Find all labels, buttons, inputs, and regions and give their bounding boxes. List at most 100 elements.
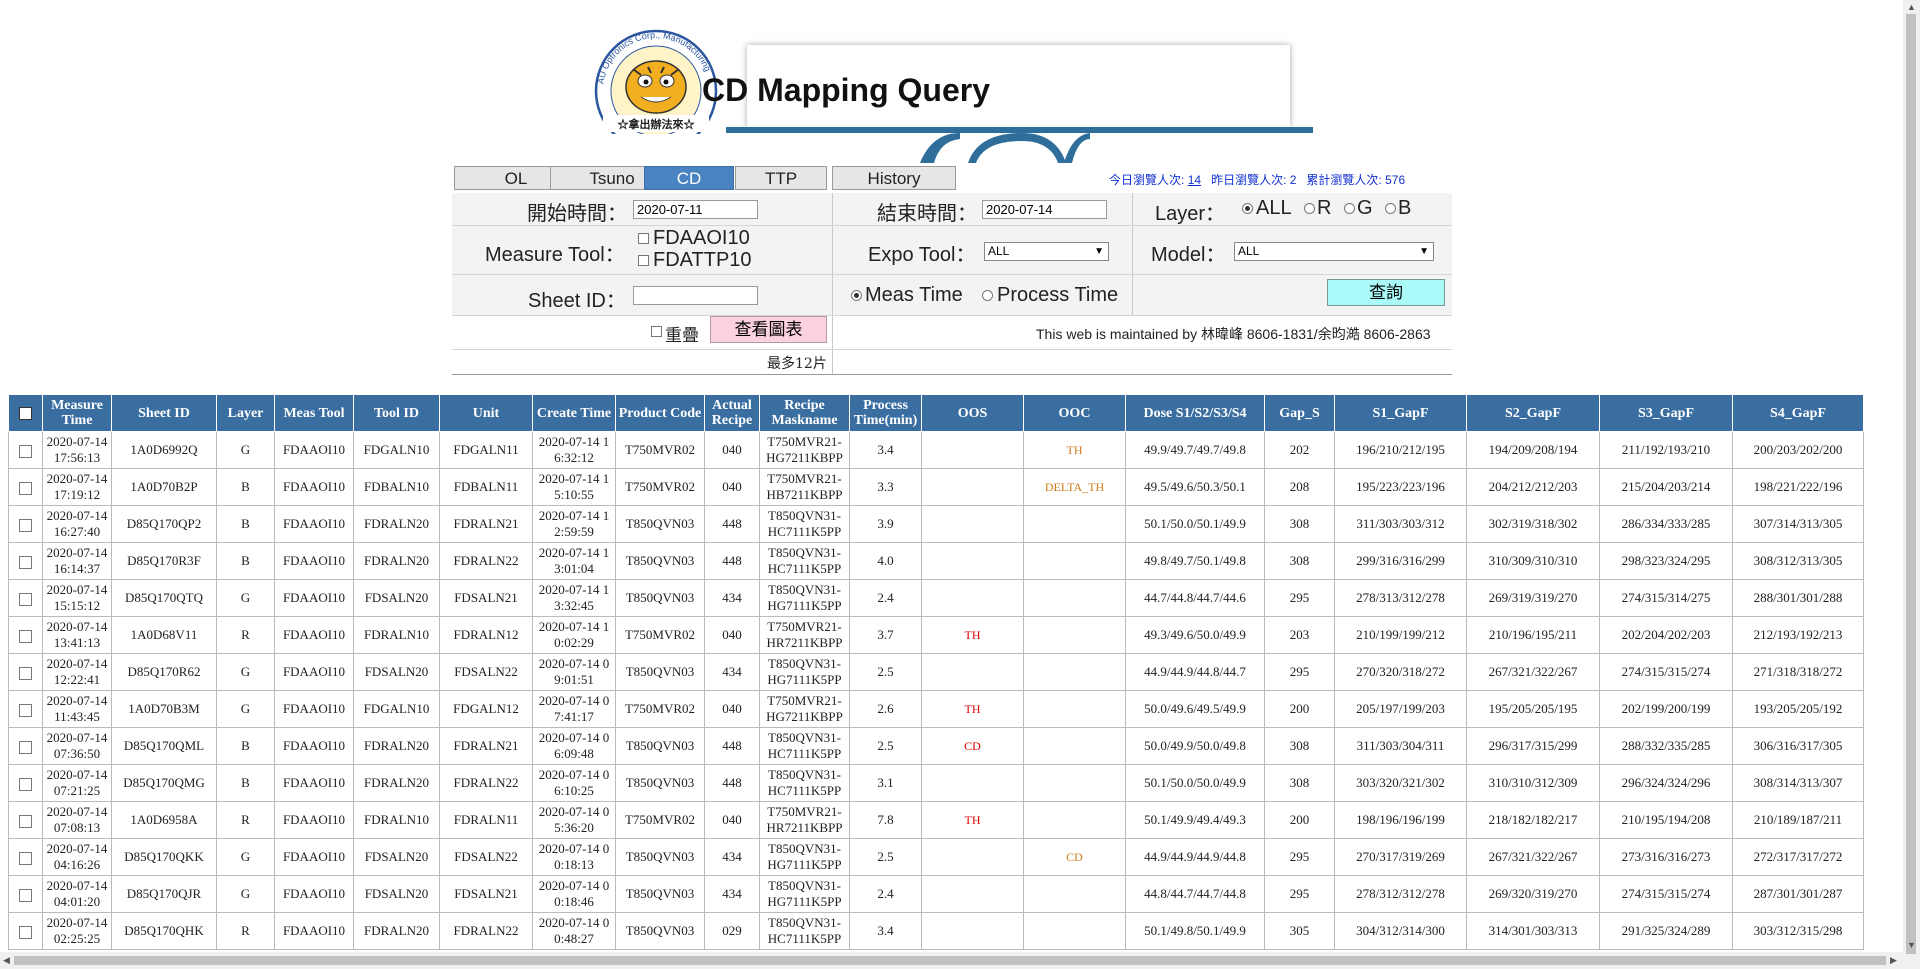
tab-history[interactable]: History [832, 166, 956, 190]
cell-meas-tool: FDAAOI10 [274, 505, 354, 543]
row-checkbox[interactable] [19, 814, 32, 828]
cell-tool-id: FDRALN10 [353, 801, 440, 839]
view-chart-button[interactable]: 查看圖表 [710, 316, 827, 343]
row-checkbox[interactable] [19, 703, 32, 717]
layer-label: Layer： [1155, 203, 1226, 225]
cell-sheet-id: 1A0D6958A [111, 801, 217, 839]
cell-layer: B [216, 727, 275, 765]
process-time-radio[interactable] [982, 290, 993, 301]
divider [1132, 275, 1133, 315]
cell-sheet-id: 1A0D68V11 [111, 616, 217, 654]
cell-s3-gapf: 202/199/200/199 [1599, 690, 1733, 728]
cell-dose: 50.0/49.9/50.0/49.8 [1125, 727, 1265, 765]
cell-layer: R [216, 912, 275, 950]
table-row: 2020-07-14 17:56:13 1A0D6992Q G FDAAOI10 FDG… [8, 431, 1864, 469]
cell-create-time: 2020-07-14 1 5:10:55 [532, 468, 616, 506]
layer-radio-g[interactable] [1344, 203, 1355, 214]
cell-actual-recipe: 448 [704, 727, 760, 765]
horizontal-scrollbar[interactable]: ◀ ▶ [0, 952, 1903, 969]
cell-measure-time: 2020-07-14 16:14:37 [42, 542, 112, 580]
layer-option-b: B [1398, 197, 1412, 219]
query-button[interactable]: 查詢 [1327, 279, 1445, 306]
divider [1132, 226, 1133, 274]
cell-actual-recipe: 040 [704, 468, 760, 506]
select-all-checkbox[interactable] [19, 406, 32, 420]
decorative-arcs [920, 133, 1090, 163]
scroll-down-icon[interactable]: ▼ [1907, 940, 1916, 950]
cell-unit: FDSALN22 [439, 653, 533, 691]
cell-dose: 50.1/50.0/50.0/49.9 [1125, 764, 1265, 802]
start-time-input[interactable]: 2020-07-11 [633, 200, 758, 219]
column-header-tool-id: Tool ID [353, 394, 440, 432]
layer-radio-all[interactable] [1242, 203, 1253, 214]
row-select-cell [8, 764, 43, 802]
row-select-cell [8, 838, 43, 876]
visit-counter: 今日瀏覽人次: 14 昨日瀏覽人次: 2 累計瀏覽人次: 576 [1109, 171, 1405, 188]
total-visits: 累計瀏覽人次: 576 [1306, 173, 1406, 187]
results-table: Measure Time Sheet ID Layer Meas Tool Tool I… [8, 394, 1864, 950]
cell-meas-tool: FDAAOI10 [274, 912, 354, 950]
row-checkbox[interactable] [19, 481, 32, 495]
cell-oos [921, 579, 1024, 617]
cell-meas-tool: FDAAOI10 [274, 579, 354, 617]
model-value: ALL [1238, 244, 1260, 258]
row-checkbox[interactable] [19, 666, 32, 680]
meas-time-radio[interactable] [851, 290, 862, 301]
scroll-left-icon[interactable]: ◀ [3, 955, 10, 966]
tab-ttp[interactable]: TTP [735, 166, 827, 190]
cell-layer: G [216, 579, 275, 617]
cell-unit: FDRALN21 [439, 727, 533, 765]
cell-ooc [1023, 542, 1126, 580]
row-checkbox[interactable] [19, 851, 32, 865]
row-checkbox[interactable] [19, 888, 32, 902]
column-header-select-all[interactable] [8, 394, 43, 432]
cell-create-time: 2020-07-14 1 3:01:04 [532, 542, 616, 580]
row-checkbox[interactable] [19, 629, 32, 643]
cell-recipe-maskname: T850QVN31- HG7111K5PP [759, 653, 850, 691]
layer-radio-r[interactable] [1304, 203, 1315, 214]
sheet-id-input[interactable] [633, 286, 758, 305]
today-visits-value[interactable]: 14 [1188, 173, 1201, 187]
layer-radio-b[interactable] [1385, 203, 1396, 214]
row-checkbox[interactable] [19, 925, 32, 939]
cell-product-code: T750MVR02 [615, 801, 705, 839]
cell-meas-tool: FDAAOI10 [274, 875, 354, 913]
cell-recipe-maskname: T850QVN31- HC7111K5PP [759, 764, 850, 802]
expo-tool-select[interactable]: ALL ▼ [984, 242, 1109, 261]
row-checkbox[interactable] [19, 777, 32, 791]
scroll-right-icon[interactable]: ▶ [1890, 955, 1897, 966]
horizontal-scroll-thumb[interactable] [14, 956, 1886, 965]
cell-tool-id: FDRALN20 [353, 542, 440, 580]
table-row: 2020-07-14 11:43:45 1A0D70B3M G FDAAOI10 FDG… [8, 690, 1864, 728]
scroll-up-icon[interactable]: ▲ [1907, 2, 1916, 12]
vertical-scroll-thumb[interactable] [1906, 14, 1916, 954]
measure-tool-checkbox-fdattp10[interactable] [638, 255, 649, 266]
row-checkbox[interactable] [19, 555, 32, 569]
measure-tool-checkbox-fdaaoi10[interactable] [638, 233, 649, 244]
cell-process-time: 2.5 [849, 727, 922, 765]
cell-layer: B [216, 505, 275, 543]
row-checkbox[interactable] [19, 444, 32, 458]
cell-layer: B [216, 468, 275, 506]
cell-unit: FDBALN11 [439, 468, 533, 506]
cell-gap-s: 200 [1264, 801, 1335, 839]
cell-actual-recipe: 448 [704, 542, 760, 580]
cell-product-code: T750MVR02 [615, 616, 705, 654]
cell-dose: 50.0/49.6/49.5/49.9 [1125, 690, 1265, 728]
vertical-scrollbar[interactable]: ▲ ▼ [1903, 0, 1920, 969]
layer-option-r: R [1317, 197, 1332, 219]
model-select[interactable]: ALL ▼ [1234, 242, 1434, 261]
row-checkbox[interactable] [19, 592, 32, 606]
row-checkbox[interactable] [19, 740, 32, 754]
cell-create-time: 2020-07-14 0 7:41:17 [532, 690, 616, 728]
overlay-checkbox[interactable] [651, 326, 662, 337]
cell-s1-gapf: 299/316/316/299 [1334, 542, 1467, 580]
cell-s3-gapf: 210/195/194/208 [1599, 801, 1733, 839]
row-checkbox[interactable] [19, 518, 32, 532]
cell-s1-gapf: 198/196/196/199 [1334, 801, 1467, 839]
tab-cd[interactable]: CD [644, 166, 734, 190]
end-time-input[interactable]: 2020-07-14 [982, 200, 1107, 219]
cell-meas-tool: FDAAOI10 [274, 616, 354, 654]
cell-process-time: 3.4 [849, 912, 922, 950]
cell-create-time: 2020-07-14 0 0:18:46 [532, 875, 616, 913]
